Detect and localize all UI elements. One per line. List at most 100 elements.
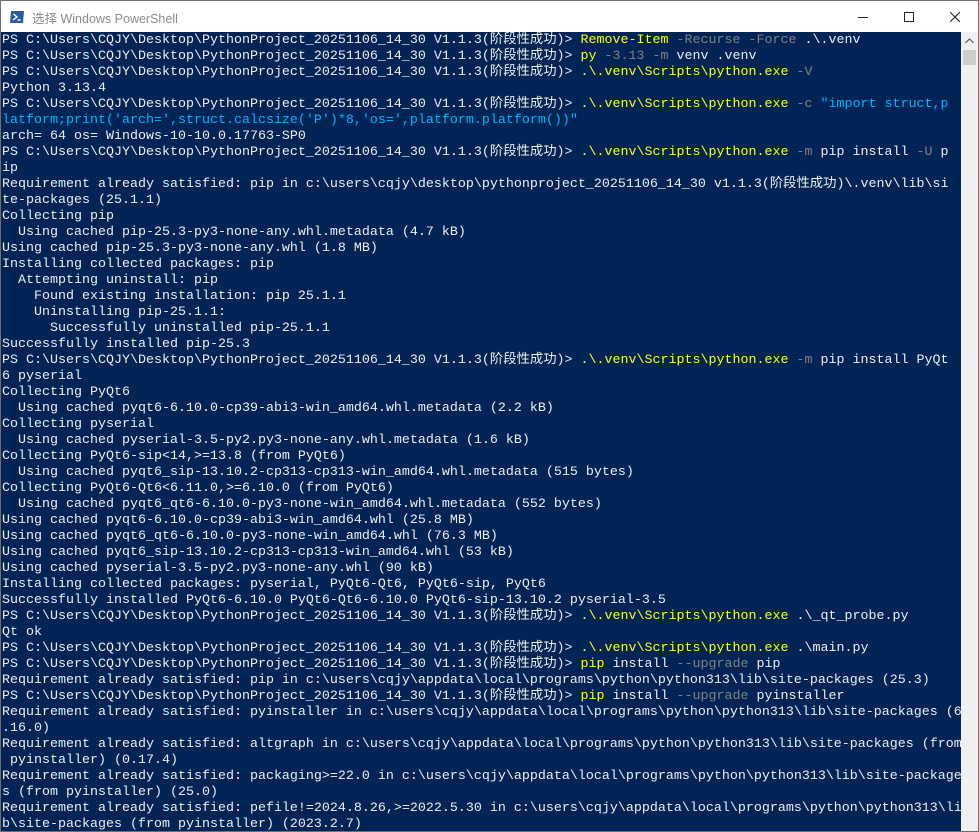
terminal-line: b\site-packages (from pyinstaller) (2023…: [2, 817, 362, 831]
close-button[interactable]: [932, 1, 978, 32]
terminal-line: Qt ok: [2, 625, 42, 641]
terminal-line: ip: [2, 161, 18, 177]
terminal-line: PS C:\Users\CQJY\Desktop\PythonProject_2…: [2, 97, 948, 113]
title-bar[interactable]: 选择 Windows PowerShell: [1, 1, 978, 32]
command-token: .\.venv\Scripts\python.exe: [580, 353, 789, 368]
terminal-line: PS C:\Users\CQJY\Desktop\PythonProject_2…: [2, 657, 781, 673]
output-text: Attempting uninstall: pip: [2, 273, 218, 288]
terminal-line: Collecting PyQt6-sip<14,>=13.8 (from PyQ…: [2, 449, 346, 465]
output-text: PS C:\Users\CQJY\Desktop\PythonProject_2…: [2, 353, 581, 368]
string-token: latform;print('arch=',struct.calcsize('P…: [2, 113, 578, 128]
parameter-token: -U: [908, 145, 933, 160]
output-text: .16.0): [2, 721, 50, 736]
output-text: arch= 64 os= Windows-10-10.0.17763-SP0: [2, 129, 306, 144]
output-text: .\_qt_probe.py: [788, 609, 909, 624]
terminal-line: Using cached pyqt6_qt6-6.10.0-py3-none-w…: [2, 529, 498, 545]
output-text: Using cached pyserial-3.5-py2.py3-none-a…: [2, 561, 434, 576]
terminal-line: Requirement already satisfied: packaging…: [2, 769, 961, 785]
command-token: .\.venv\Scripts\python.exe: [580, 641, 789, 656]
terminal-line: PS C:\Users\CQJY\Desktop\PythonProject_2…: [2, 641, 868, 657]
terminal-line: PS C:\Users\CQJY\Desktop\PythonProject_2…: [2, 33, 861, 49]
window-title: 选择 Windows PowerShell: [32, 12, 178, 26]
terminal-line: Using cached pyqt6-6.10.0-cp39-abi3-win_…: [2, 513, 474, 529]
output-text: pyinstaller) (0.17.4): [2, 753, 178, 768]
output-text: Using cached pyqt6_sip-13.10.2-cp313-cp3…: [2, 465, 634, 480]
output-text: Requirement already satisfied: altgraph …: [2, 737, 961, 752]
terminal-line: Installing collected packages: pip: [2, 257, 274, 273]
parameter-token: -c: [788, 97, 813, 112]
terminal-line: PS C:\Users\CQJY\Desktop\PythonProject_2…: [2, 65, 812, 81]
output-text: Using cached pyqt6-6.10.0-cp39-abi3-win_…: [2, 401, 554, 416]
powershell-window: 选择 Windows PowerShell PS C:\Users\CQJY\D…: [0, 0, 979, 832]
parameter-token: -Recurse -Force: [668, 33, 797, 48]
output-text: Successfully installed pip-25.3: [2, 337, 250, 352]
output-text: Using cached pyqt6-6.10.0-cp39-abi3-win_…: [2, 513, 474, 528]
output-text: PS C:\Users\CQJY\Desktop\PythonProject_2…: [2, 689, 581, 704]
output-text: PS C:\Users\CQJY\Desktop\PythonProject_2…: [2, 145, 581, 160]
output-text: Collecting PyQt6: [2, 385, 130, 400]
command-token: .\.venv\Scripts\python.exe: [580, 609, 789, 624]
terminal-line: Requirement already satisfied: altgraph …: [2, 737, 961, 753]
terminal-line: Using cached pyqt6-6.10.0-cp39-abi3-win_…: [2, 401, 554, 417]
scrollbar-thumb[interactable]: [963, 50, 976, 65]
output-text: Using cached pyqt6_sip-13.10.2-cp313-cp3…: [2, 545, 514, 560]
output-text: .\main.py: [788, 641, 869, 656]
output-text: Found existing installation: pip 25.1.1: [2, 289, 346, 304]
terminal-line: Using cached pyqt6_sip-13.10.2-cp313-cp3…: [2, 545, 514, 561]
scroll-up-arrow-icon: [965, 37, 974, 43]
terminal-line: Using cached pyserial-3.5-py2.py3-none-a…: [2, 561, 434, 577]
string-token: "import struct,p: [812, 97, 949, 112]
terminal-line: PS C:\Users\CQJY\Desktop\PythonProject_2…: [2, 609, 908, 625]
terminal-line: Requirement already satisfied: pip in c:…: [2, 673, 930, 689]
output-text: pip install: [812, 145, 909, 160]
terminal-line: Using cached pip-25.3-py3-none-any.whl (…: [2, 241, 378, 257]
terminal-line: Using cached pip-25.3-py3-none-any.whl.m…: [2, 225, 466, 241]
terminal-line: Uninstalling pip-25.1.1:: [2, 305, 226, 321]
terminal-line: Using cached pyqt6_qt6-6.10.0-py3-none-w…: [2, 497, 602, 513]
terminal-line: latform;print('arch=',struct.calcsize('P…: [2, 113, 578, 129]
terminal-line: Collecting PyQt6: [2, 385, 130, 401]
terminal-line: s (from pyinstaller) (25.0): [2, 785, 218, 801]
scroll-up-button[interactable]: [961, 32, 978, 49]
output-text: Successfully uninstalled pip-25.1.1: [2, 321, 330, 336]
parameter-token: -3.13 -m: [596, 49, 669, 64]
output-text: PS C:\Users\CQJY\Desktop\PythonProject_2…: [2, 97, 581, 112]
terminal-line: Collecting pip: [2, 209, 114, 225]
output-text: 6 pyserial: [2, 369, 82, 384]
output-text: PS C:\Users\CQJY\Desktop\PythonProject_2…: [2, 33, 581, 48]
vertical-scrollbar[interactable]: [961, 32, 978, 831]
command-token: pip: [580, 689, 605, 704]
terminal-line: te-packages (25.1.1): [2, 193, 162, 209]
terminal-line: Using cached pyqt6_sip-13.10.2-cp313-cp3…: [2, 465, 634, 481]
terminal-line: Python 3.13.4: [2, 81, 106, 97]
output-text: Installing collected packages: pyserial,…: [2, 577, 546, 592]
output-text: install: [604, 657, 669, 672]
output-text: te-packages (25.1.1): [2, 193, 162, 208]
output-text: Using cached pip-25.3-py3-none-any.whl.m…: [2, 225, 466, 240]
minimize-button[interactable]: [840, 1, 886, 32]
command-token: .\.venv\Scripts\python.exe: [580, 97, 789, 112]
output-text: Python 3.13.4: [2, 81, 106, 96]
maximize-button[interactable]: [886, 1, 932, 32]
terminal-output[interactable]: PS C:\Users\CQJY\Desktop\PythonProject_2…: [1, 32, 961, 831]
terminal-line: PS C:\Users\CQJY\Desktop\PythonProject_2…: [2, 49, 757, 65]
terminal-line: Requirement already satisfied: pyinstall…: [2, 705, 961, 721]
maximize-icon: [904, 11, 914, 22]
parameter-token: -V: [788, 65, 813, 80]
minimize-icon: [858, 16, 868, 18]
terminal-line: PS C:\Users\CQJY\Desktop\PythonProject_2…: [2, 145, 948, 161]
command-token: .\.venv\Scripts\python.exe: [580, 145, 789, 160]
terminal-line: arch= 64 os= Windows-10-10.0.17763-SP0: [2, 129, 306, 145]
output-text: Requirement already satisfied: pefile!=2…: [2, 801, 961, 816]
terminal-line: Successfully installed pip-25.3: [2, 337, 250, 353]
terminal-line: 6 pyserial: [2, 369, 82, 385]
parameter-token: -m: [788, 353, 813, 368]
powershell-icon: [10, 11, 24, 23]
terminal-line: Requirement already satisfied: pefile!=2…: [2, 801, 961, 817]
output-text: Installing collected packages: pip: [2, 257, 274, 272]
terminal-line: pyinstaller) (0.17.4): [2, 753, 178, 769]
terminal-line: Successfully installed PyQt6-6.10.0 PyQt…: [2, 593, 666, 609]
output-text: Collecting pip: [2, 209, 114, 224]
output-text: PS C:\Users\CQJY\Desktop\PythonProject_2…: [2, 609, 581, 624]
output-text: PS C:\Users\CQJY\Desktop\PythonProject_2…: [2, 657, 581, 672]
